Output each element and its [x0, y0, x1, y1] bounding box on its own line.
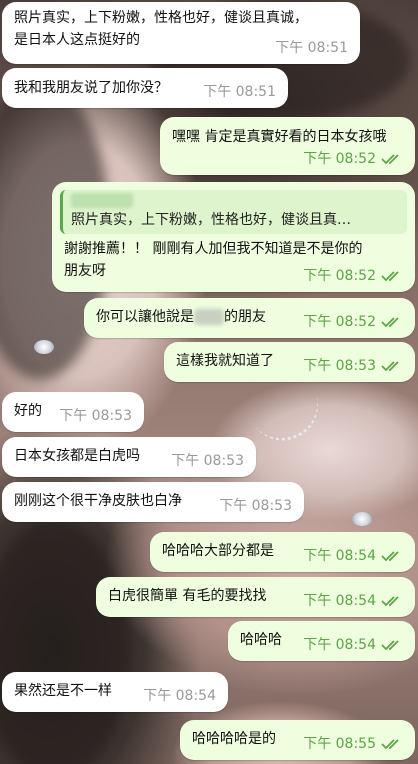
message-text: 嘿嘿 肯定是真實好看的日本女孩哦: [172, 129, 387, 145]
redacted-name: [194, 309, 224, 325]
message-bubble-outgoing[interactable]: 白虎很簡單 有毛的要找找 下午 08:54: [96, 577, 415, 617]
message-timestamp: 下午 08:51: [275, 40, 348, 56]
double-check-icon: [381, 738, 403, 750]
message-bubble-incoming[interactable]: 我和我朋友说了加你没？ 下午 08:51: [2, 68, 288, 108]
double-check-icon: [381, 316, 403, 328]
message-bubble-outgoing[interactable]: 這樣我就知道了 下午 08:53: [164, 342, 415, 382]
message-timestamp: 下午 08:51: [203, 84, 276, 100]
message-text: 你可以讓他說是: [96, 309, 194, 325]
double-check-icon: [381, 360, 403, 372]
message-timestamp: 下午 08:54: [303, 593, 376, 609]
message-timestamp: 下午 08:53: [59, 408, 132, 424]
message-timestamp: 下午 08:53: [171, 453, 244, 469]
message-bubble-incoming[interactable]: 果然还是不一样 下午 08:54: [2, 672, 228, 712]
double-check-icon: [381, 153, 403, 165]
double-check-icon: [381, 639, 403, 651]
message-timestamp: 下午 08:53: [219, 498, 292, 514]
message-bubble-outgoing-reply[interactable]: xxxxxxxx 照片真实，上下粉嫩，性格也好，健谈且真… 謝謝推薦！！ 剛剛有…: [52, 182, 415, 292]
message-timestamp: 下午 08:54: [303, 637, 376, 653]
message-timestamp: 下午 08:53: [303, 358, 376, 374]
message-timestamp: 下午 08:54: [303, 548, 376, 564]
message-bubble-incoming[interactable]: 照片真实，上下粉嫩，性格也好，健谈且真诚， 是日本人这点挺好的 下午 08:51: [2, 2, 360, 64]
quoted-message[interactable]: xxxxxxxx 照片真实，上下粉嫩，性格也好，健谈且真…: [60, 190, 407, 234]
message-bubble-incoming[interactable]: 好的 下午 08:53: [2, 392, 144, 432]
message-bubble-incoming[interactable]: 刚刚这个很干净皮肤也白净 下午 08:53: [2, 482, 304, 522]
message-bubble-outgoing[interactable]: 嘿嘿 肯定是真實好看的日本女孩哦 下午 08:52: [160, 117, 415, 175]
message-bubble-outgoing[interactable]: 你可以讓他說是 的朋友 下午 08:52: [84, 298, 415, 338]
message-timestamp: 下午 08:52: [303, 151, 376, 167]
message-timestamp: 下午 08:54: [143, 688, 216, 704]
message-timestamp: 下午 08:52: [303, 268, 376, 284]
double-check-icon: [381, 595, 403, 607]
message-bubble-outgoing[interactable]: 哈哈哈哈是的 下午 08:55: [180, 720, 415, 760]
double-check-icon: [381, 270, 403, 282]
message-text: 照片真实，上下粉嫩，性格也好，健谈且真诚，: [14, 10, 308, 26]
ring-image-detail: [34, 340, 54, 354]
message-text: 謝謝推薦！！ 剛剛有人加但我不知道是不是你的: [64, 241, 363, 257]
double-check-icon: [381, 550, 403, 562]
quoted-message-text: 照片真实，上下粉嫩，性格也好，健谈且真…: [71, 212, 351, 228]
message-bubble-incoming[interactable]: 日本女孩都是白虎吗 下午 08:53: [2, 437, 256, 477]
message-text: 的朋友: [224, 309, 266, 325]
message-timestamp: 下午 08:55: [303, 736, 376, 752]
message-bubble-outgoing[interactable]: 哈哈哈 下午 08:54: [228, 621, 415, 661]
message-bubble-outgoing[interactable]: 哈哈哈大部分都是 下午 08:54: [150, 532, 415, 572]
ring-image-detail: [352, 512, 372, 526]
message-timestamp: 下午 08:52: [303, 314, 376, 330]
